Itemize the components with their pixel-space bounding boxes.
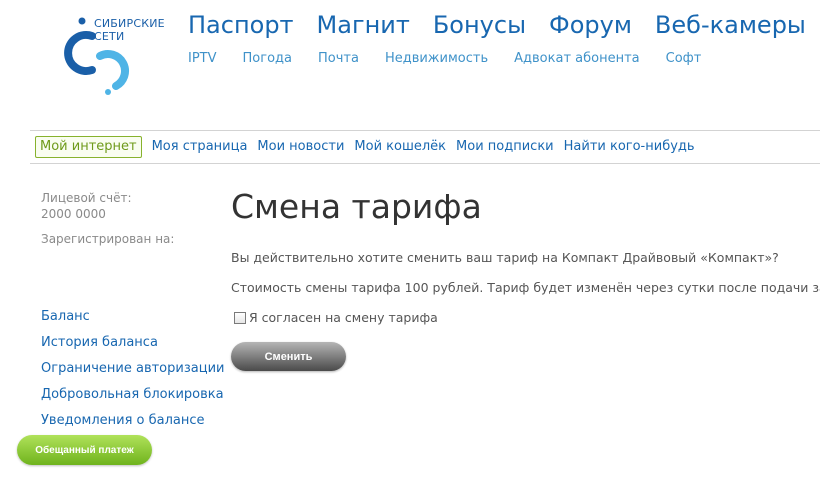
agree-field[interactable]: Я согласен на смену тарифа [234, 310, 438, 325]
user-bar: Мой интернет Моя страница Мои новости Мо… [30, 130, 820, 164]
main-nav-magnit[interactable]: Магнит [317, 10, 410, 40]
side-menu-balance-notifications[interactable]: Уведомления о балансе [41, 408, 224, 434]
logo-text: СИБИРСКИЕ СЕТИ [94, 17, 165, 43]
user-bar-my-internet[interactable]: Мой интернет [35, 136, 142, 158]
account-info: Лицевой счёт: 2000 0000 [41, 190, 132, 222]
side-menu-balance[interactable]: Баланс [41, 304, 224, 330]
sub-nav-soft[interactable]: Софт [666, 50, 702, 68]
sub-nav-mail[interactable]: Почта [318, 50, 359, 68]
sub-nav-realty[interactable]: Недвижимость [385, 50, 488, 68]
registered-label: Зарегистрирован на: [41, 232, 175, 246]
main-nav-webcams[interactable]: Веб-камеры [655, 10, 806, 40]
side-menu-auth-restriction[interactable]: Ограничение авторизации [41, 356, 224, 382]
user-bar-find-someone[interactable]: Найти кого-нибудь [564, 137, 695, 157]
side-menu-balance-history[interactable]: История баланса [41, 330, 224, 356]
main-nav-passport[interactable]: Паспорт [188, 10, 294, 40]
confirm-text: Вы действительно хотите сменить ваш тари… [231, 250, 779, 265]
main-nav-forum[interactable]: Форум [549, 10, 632, 40]
sub-nav-lawyer[interactable]: Адвокат абонента [514, 50, 640, 68]
user-bar-my-page[interactable]: Моя страница [152, 137, 248, 157]
user-bar-items: Мой интернет Моя страница Мои новости Мо… [35, 136, 705, 158]
change-tariff-button[interactable]: Сменить [231, 342, 346, 371]
user-bar-my-wallet[interactable]: Мой кошелёк [354, 137, 446, 157]
sub-nav: IPTV Погода Почта Недвижимость Адвокат а… [188, 50, 727, 68]
promise-payment-button[interactable]: Обещанный платеж [17, 435, 152, 465]
account-label: Лицевой счёт: [41, 191, 132, 205]
user-bar-my-news[interactable]: Мои новости [257, 137, 344, 157]
agree-label: Я согласен на смену тарифа [249, 310, 438, 325]
logo-line1: СИБИРСКИЕ [94, 17, 165, 30]
sub-nav-weather[interactable]: Погода [243, 50, 292, 68]
logo-line2: СЕТИ [94, 30, 125, 43]
user-bar-my-subscriptions[interactable]: Мои подписки [456, 137, 554, 157]
main-nav: Паспорт Магнит Бонусы Форум Веб-камеры [188, 10, 820, 40]
page-title: Смена тарифа [231, 187, 482, 226]
main-nav-bonuses[interactable]: Бонусы [433, 10, 526, 40]
sub-nav-iptv[interactable]: IPTV [188, 50, 217, 68]
side-menu-voluntary-block[interactable]: Добровольная блокировка [41, 382, 224, 408]
agree-checkbox[interactable] [234, 311, 246, 324]
account-number: 2000 0000 [41, 207, 106, 221]
side-menu: Баланс История баланса Ограничение автор… [41, 304, 224, 434]
cost-text: Стоимость смены тарифа 100 рублей. Тариф… [231, 280, 820, 295]
